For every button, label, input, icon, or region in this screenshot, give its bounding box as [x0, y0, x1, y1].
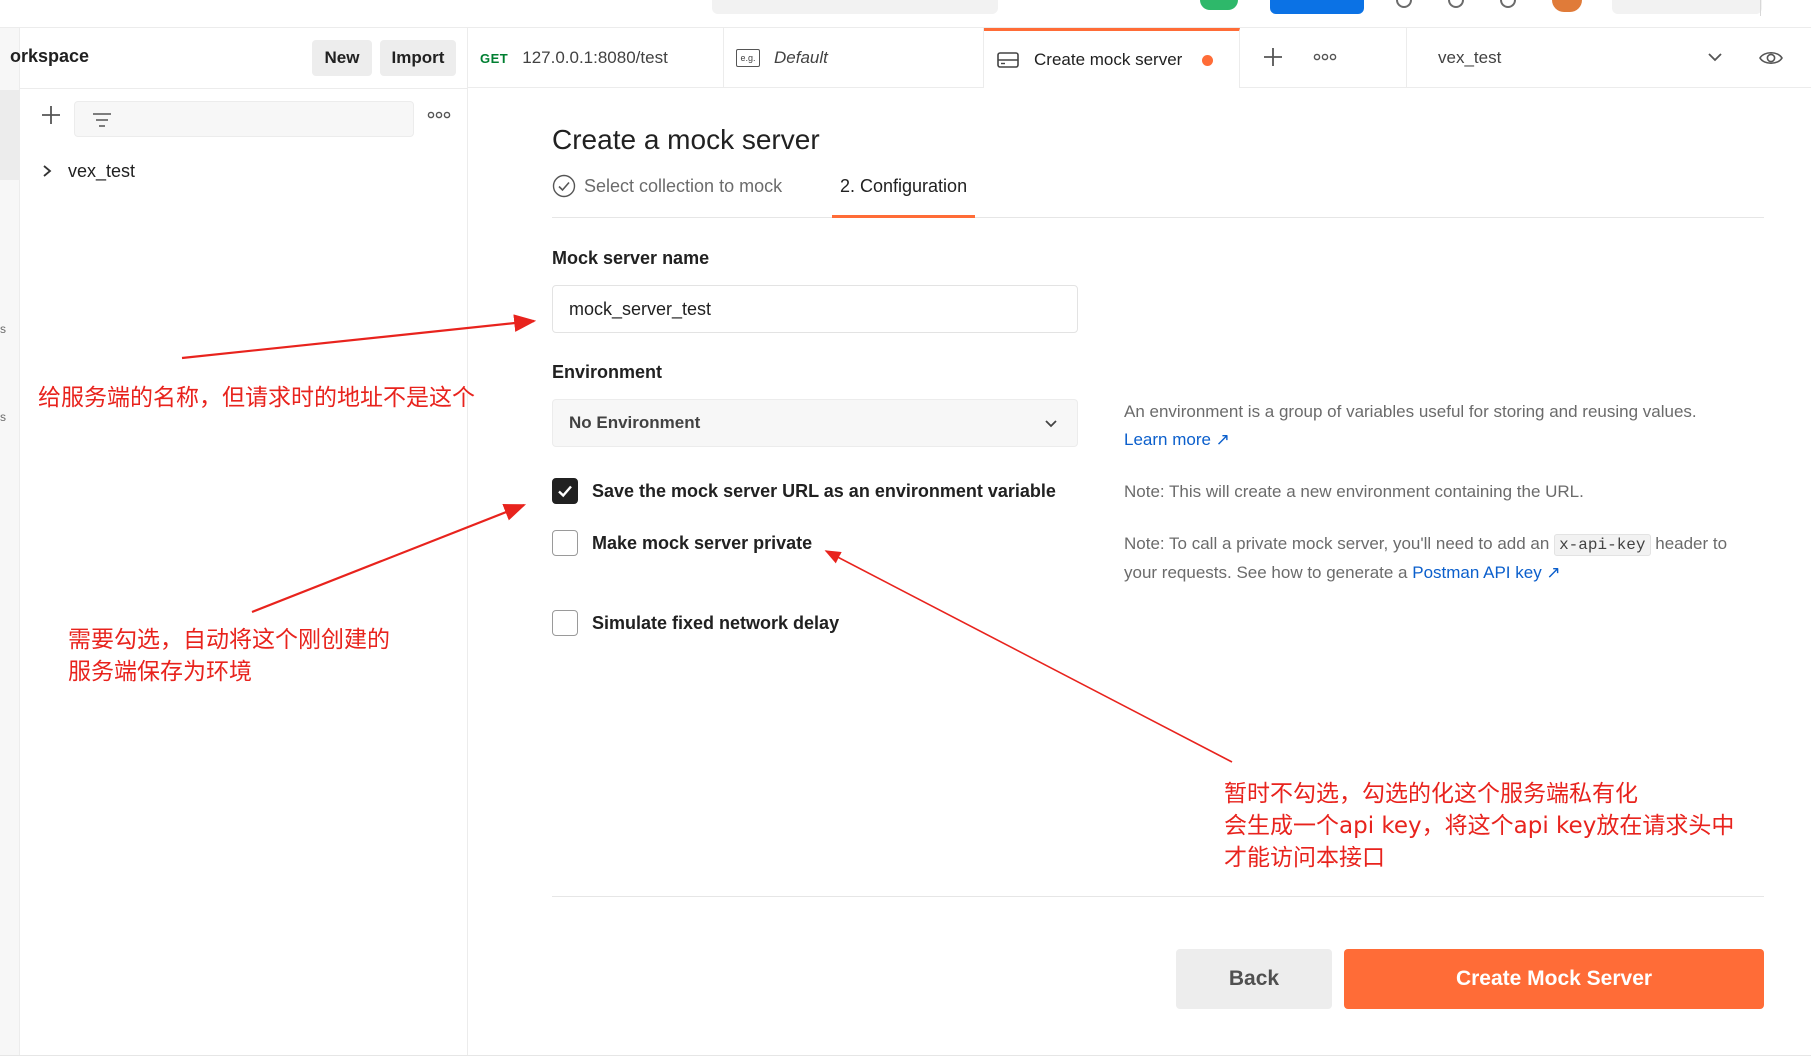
save-url-label: Save the mock server URL as an environme… — [592, 480, 1056, 501]
mock-server-name-label: Mock server name — [552, 248, 710, 268]
annotation-line: 服务端保存为环境 — [68, 659, 252, 685]
page-title: Create a mock server — [552, 124, 820, 155]
environment-icon: e.g. — [736, 49, 760, 67]
unsaved-indicator — [1202, 55, 1213, 66]
status-bar-divider — [0, 1055, 1811, 1056]
tab-more-options-icon[interactable] — [1312, 50, 1338, 64]
tab-divider — [1406, 28, 1407, 88]
step-select-collection[interactable]: Select collection to mock — [552, 174, 782, 198]
environment-selector[interactable]: vex_test — [1438, 28, 1738, 88]
environment-help-description: An environment is a group of variables u… — [1124, 402, 1697, 421]
satellite-icon[interactable] — [1500, 0, 1516, 8]
footer-divider — [552, 896, 1764, 897]
tab-label: Create mock server — [1034, 49, 1183, 69]
tab-create-mock-server[interactable]: Create mock server — [984, 28, 1240, 88]
private-label: Make mock server private — [592, 532, 813, 553]
environment-selector-value: vex_test — [1438, 48, 1502, 67]
environment-label: Environment — [552, 362, 663, 382]
left-nav-selected-item[interactable] — [0, 90, 20, 180]
top-app-bar — [0, 0, 1811, 28]
workspace-title: orkspace — [10, 46, 90, 66]
mock-server-icon — [997, 51, 1019, 68]
environment-help-text: An environment is a group of variables u… — [1124, 398, 1744, 454]
private-note-prefix: Note: To call a private mock server, you… — [1124, 534, 1550, 553]
checkmark-icon — [558, 485, 572, 498]
chevron-down-icon — [1045, 420, 1057, 428]
collection-tree-item[interactable]: vex_test — [40, 156, 135, 186]
sidebar-divider — [20, 88, 468, 89]
filter-icon — [93, 113, 111, 127]
annotation-line: 会生成一个api key，将这个api key放在请求头中 — [1224, 813, 1735, 839]
check-circle-icon — [552, 174, 576, 198]
create-mock-server-button[interactable]: Create Mock Server — [1344, 949, 1764, 1009]
annotation-line: 才能访问本接口 — [1224, 845, 1385, 871]
step-configuration[interactable]: 2. Configuration — [832, 172, 976, 218]
http-method-badge: GET — [480, 50, 509, 66]
tab-get-request[interactable]: GET 127.0.0.1:8080/test — [468, 28, 724, 88]
eye-icon[interactable] — [1758, 48, 1784, 68]
annotation-line: 需要勾选，自动将这个刚创建的 — [68, 627, 390, 653]
network-delay-checkbox[interactable] — [552, 610, 578, 636]
sidebar-search-input[interactable] — [74, 101, 414, 137]
environment-dropdown-value: No Environment — [569, 413, 701, 432]
chevron-down-icon[interactable] — [1706, 48, 1724, 66]
upgrade-button[interactable] — [1270, 0, 1364, 14]
postman-api-key-link[interactable]: Postman API key ↗ — [1412, 563, 1560, 582]
private-note: Note: To call a private mock server, you… — [1124, 530, 1744, 587]
left-nav-label: s — [0, 410, 6, 424]
chevron-right-icon[interactable] — [40, 164, 54, 178]
left-nav-strip: s s — [0, 28, 20, 1056]
annotation-private-note: 暂时不勾选，勾选的化这个服务端私有化 会生成一个api key，将这个api k… — [1224, 778, 1734, 874]
tab-bar: GET 127.0.0.1:8080/test e.g. Default Cre… — [468, 28, 1811, 88]
more-options-icon[interactable] — [426, 108, 452, 122]
settings-icon[interactable] — [1396, 0, 1412, 8]
import-button[interactable]: Import — [380, 40, 456, 76]
new-tab-icon[interactable] — [1260, 44, 1286, 70]
save-url-note: Note: This will create a new environment… — [1124, 482, 1584, 501]
collection-name: vex_test — [68, 160, 136, 181]
sidebar: orkspace New Import vex_test — [10, 28, 468, 1056]
sync-status-indicator — [1200, 0, 1238, 10]
annotation-save-note: 需要勾选，自动将这个刚创建的 服务端保存为环境 — [68, 624, 390, 688]
topbar-divider — [1760, 0, 1761, 16]
left-nav-label: s — [0, 322, 6, 336]
learn-more-link[interactable]: Learn more ↗ — [1124, 430, 1230, 449]
account-menu[interactable] — [1612, 0, 1762, 14]
tab-label: Default — [774, 48, 828, 67]
save-url-checkbox[interactable] — [552, 478, 578, 504]
wizard-steps: Select collection to mock 2. Configurati… — [552, 172, 1764, 218]
mock-server-name-input[interactable] — [552, 285, 1078, 333]
network-delay-option[interactable]: Simulate fixed network delay — [552, 610, 839, 636]
annotation-line: 暂时不勾选，勾选的化这个服务端私有化 — [1224, 781, 1638, 807]
add-collection-icon[interactable] — [38, 102, 64, 128]
save-url-option[interactable]: Save the mock server URL as an environme… — [552, 478, 1056, 504]
back-button[interactable]: Back — [1176, 949, 1332, 1009]
global-search-bar[interactable] — [712, 0, 998, 14]
private-option[interactable]: Make mock server private — [552, 530, 812, 556]
new-button[interactable]: New — [312, 40, 372, 76]
tab-label: 127.0.0.1:8080/test — [522, 48, 668, 67]
private-checkbox[interactable] — [552, 530, 578, 556]
annotation-name-note: 给服务端的名称，但请求时的地址不是这个 — [38, 385, 475, 411]
notification-icon[interactable] — [1448, 0, 1464, 8]
environment-dropdown[interactable]: No Environment — [552, 399, 1078, 447]
tab-environment-default[interactable]: e.g. Default — [724, 28, 984, 88]
avatar[interactable] — [1552, 0, 1582, 12]
step-label: Select collection to mock — [584, 175, 783, 196]
network-delay-label: Simulate fixed network delay — [592, 612, 840, 633]
api-key-header-code: x-api-key — [1554, 534, 1651, 556]
